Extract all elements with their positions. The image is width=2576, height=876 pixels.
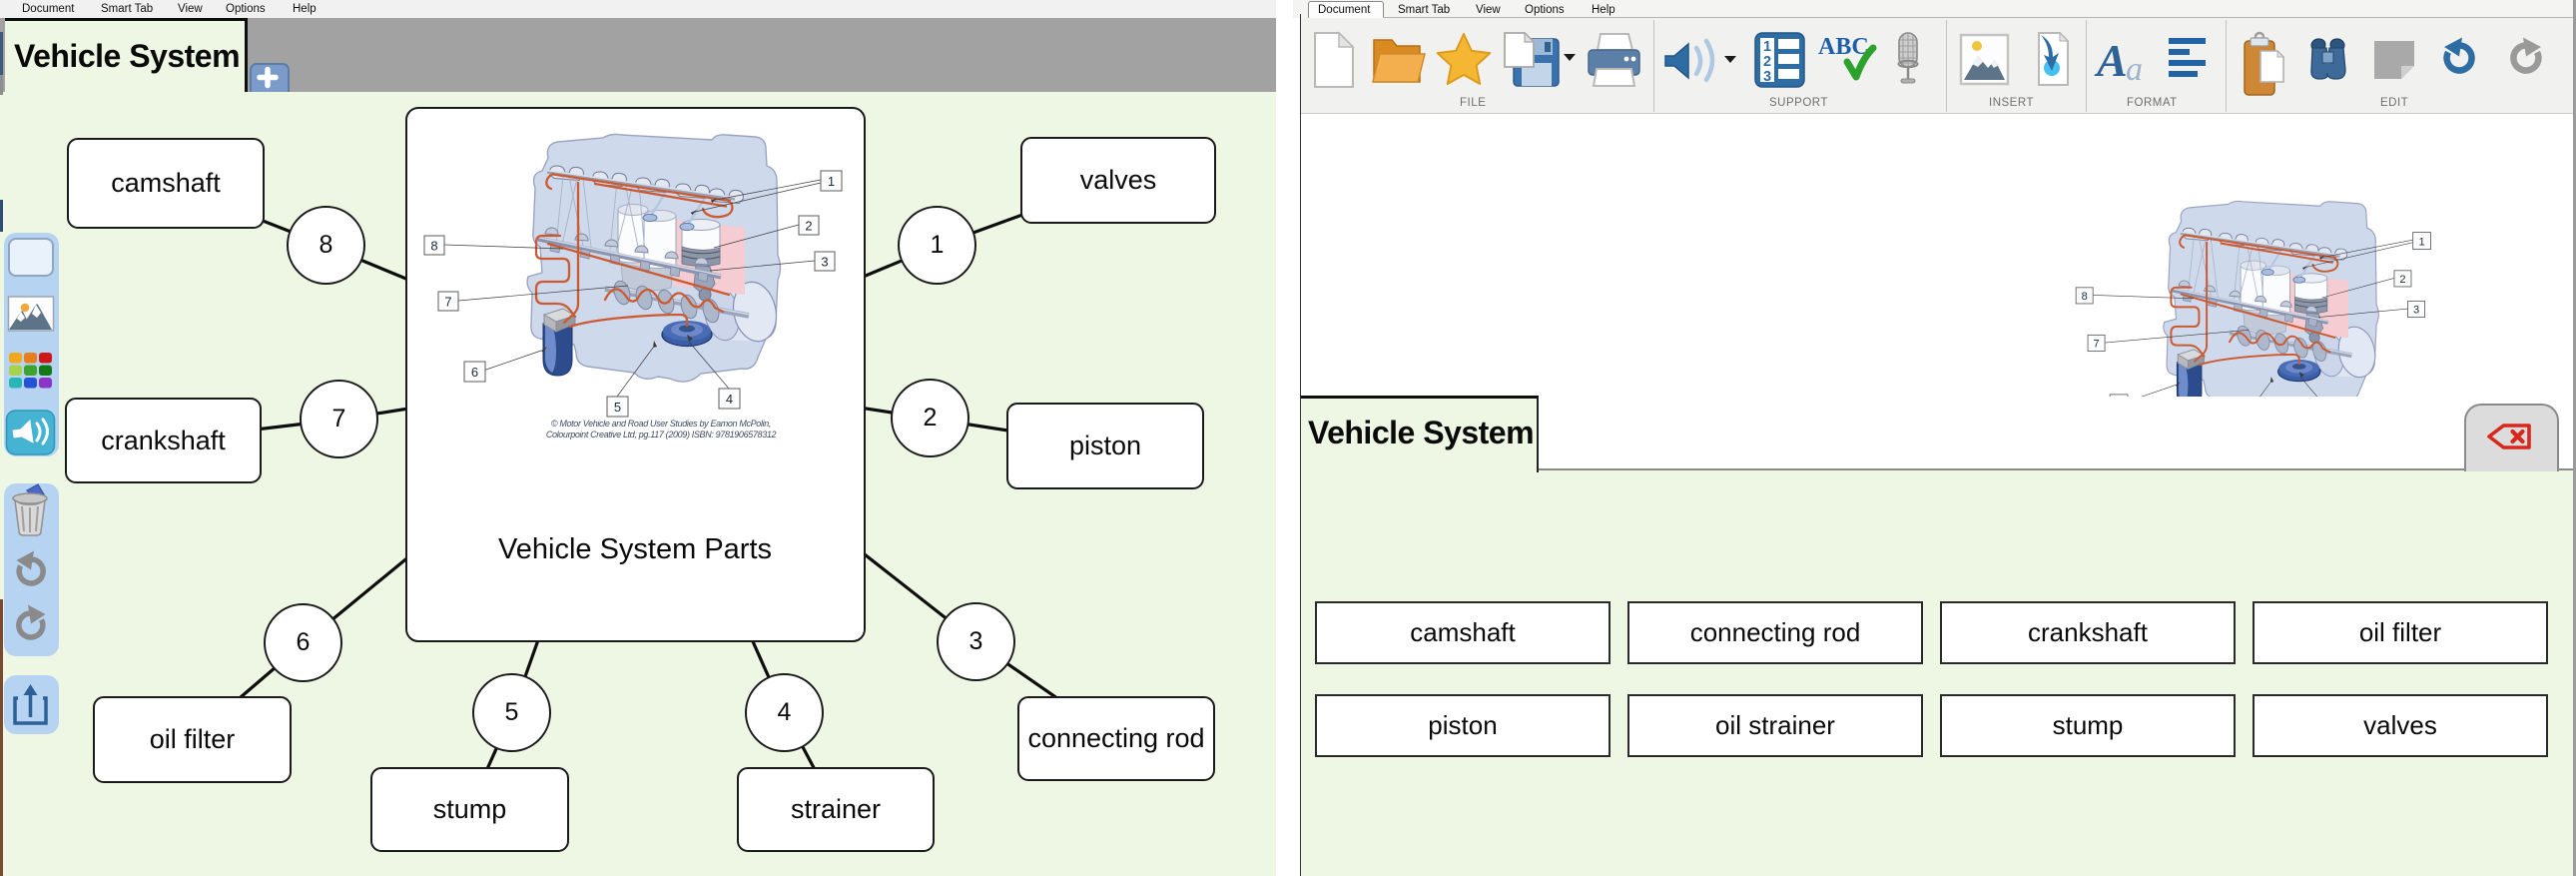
svg-text:ABC: ABC — [1818, 34, 1869, 60]
svg-text:1: 1 — [1763, 39, 1771, 55]
svg-text:3: 3 — [1763, 69, 1771, 85]
svg-text:A: A — [2094, 35, 2128, 86]
svg-text:2: 2 — [1763, 54, 1771, 70]
svg-text:a: a — [2126, 51, 2143, 88]
